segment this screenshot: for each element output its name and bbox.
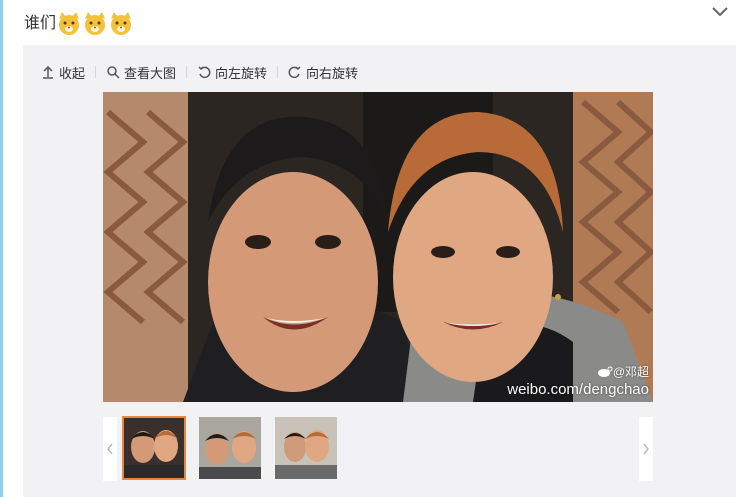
- media-toolbar: 收起 查看大图 向左旋转 向右旋转: [41, 62, 358, 82]
- view-large-label: 查看大图: [124, 66, 177, 82]
- collapse-up-icon: [43, 65, 53, 79]
- left-edge-rule: [0, 0, 3, 497]
- collapse-label: 收起: [59, 66, 86, 82]
- rotate-right-button[interactable]: 向右旋转: [288, 63, 358, 82]
- thumbnail-image: [123, 417, 185, 479]
- emoji-row: [56, 10, 134, 37]
- media-panel: 收起 查看大图 向左旋转 向右旋转 @邓超 weibo.com/dengchao: [23, 45, 736, 497]
- thumbnail-3[interactable]: [275, 417, 337, 479]
- chevron-down-icon[interactable]: [710, 4, 730, 20]
- thumbnail-1[interactable]: [122, 416, 186, 480]
- toolbar-divider: [277, 66, 279, 78]
- rotate-left-label: 向左旋转: [215, 66, 268, 82]
- toolbar-divider: [186, 66, 188, 78]
- thumbnail-image: [275, 417, 337, 479]
- main-photo[interactable]: @邓超 weibo.com/dengchao: [103, 92, 653, 402]
- post-text: 谁们: [24, 10, 134, 37]
- rotate-right-label: 向右旋转: [306, 66, 359, 82]
- weibo-logo-icon: [597, 366, 613, 377]
- rotate-left-icon: [198, 66, 211, 79]
- thumbnail-2[interactable]: [199, 417, 261, 479]
- collapse-button[interactable]: 收起: [41, 63, 85, 82]
- rotate-right-icon: [288, 66, 301, 79]
- rotate-left-button[interactable]: 向左旋转: [197, 63, 267, 82]
- cat-face-emoji-icon: [59, 11, 80, 35]
- watermark-handle: @邓超: [597, 363, 649, 380]
- toolbar-divider: [95, 66, 97, 78]
- watermark-url: weibo.com/dengchao: [507, 381, 649, 398]
- view-large-button[interactable]: 查看大图: [106, 63, 176, 82]
- magnifier-icon: [107, 66, 120, 79]
- thumb-next-button[interactable]: [639, 417, 653, 481]
- thumbnail-strip: [103, 416, 653, 481]
- watermark-handle-text: @邓超: [612, 365, 649, 379]
- post-text-content: 谁们: [24, 13, 57, 33]
- thumbnail-image: [199, 417, 261, 479]
- selfie-photo: [103, 92, 653, 402]
- cat-face-emoji-icon: [111, 11, 132, 35]
- chevron-right-icon: [643, 443, 649, 455]
- cat-face-emoji-icon: [85, 11, 106, 35]
